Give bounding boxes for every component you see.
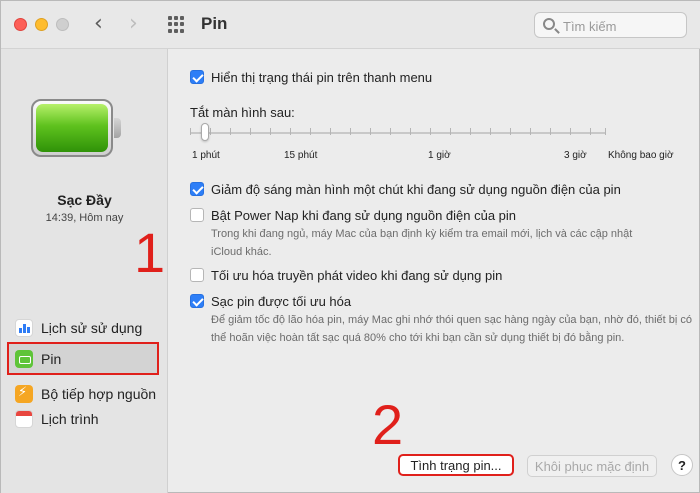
slider-tick-label: 15 phút — [284, 150, 318, 161]
power-nap-checkbox[interactable] — [190, 208, 204, 222]
power-nap-description: Trong khi đang ngủ, máy Mac của bạn định… — [211, 228, 633, 258]
dim-display-label: Giảm độ sáng màn hình một chút khi đang … — [211, 182, 621, 197]
chevron-left-icon[interactable]: ‹ — [94, 11, 103, 36]
display-sleep-slider[interactable] — [190, 132, 605, 134]
sidebar-item-label: Lịch trình — [41, 411, 99, 427]
slider-tick-label: 1 giờ — [428, 150, 451, 161]
close-button[interactable] — [14, 18, 27, 31]
show-all-grid-icon[interactable] — [168, 16, 185, 33]
restore-defaults-button[interactable]: Khôi phục mặc định — [527, 455, 657, 477]
slider-tick-label: 3 giờ — [564, 150, 587, 161]
help-button[interactable]: ? — [671, 454, 693, 476]
minimize-button[interactable] — [35, 18, 48, 31]
display-sleep-label: Tắt màn hình sau: — [190, 105, 295, 120]
usage-chart-icon — [15, 319, 33, 337]
charge-status: Sạc Đầy — [57, 192, 112, 208]
video-streaming-label: Tối ưu hóa truyền phát video khi đang sử… — [211, 268, 503, 283]
battery-health-button[interactable]: Tình trạng pin... — [398, 454, 514, 476]
optimized-charging-label: Sạc pin được tối ưu hóa — [211, 294, 352, 309]
sidebar-item-label: Pin — [41, 350, 62, 367]
battery-icon — [15, 349, 33, 368]
sidebar-item-schedule[interactable]: Lịch trình — [9, 406, 159, 432]
sidebar-item-label: Lịch sử sử dụng — [41, 320, 143, 336]
video-streaming-checkbox[interactable] — [190, 268, 204, 282]
zoom-button[interactable] — [56, 18, 69, 31]
sidebar-item-power-adapter[interactable]: Bộ tiếp hợp nguồn — [9, 381, 159, 407]
dim-display-checkbox[interactable] — [190, 182, 204, 196]
title-bar: ‹ › Pin — [1, 1, 700, 49]
annotation-step-1: 1 — [134, 221, 166, 284]
calendar-icon — [15, 410, 33, 428]
battery-icon — [31, 99, 121, 157]
search-box[interactable] — [534, 12, 687, 38]
power-nap-label: Bật Power Nap khi đang sử dụng nguồn điệ… — [211, 208, 517, 223]
sidebar-item-usage-history[interactable]: Lịch sử sử dụng — [9, 315, 159, 341]
optimized-charging-checkbox[interactable] — [190, 294, 204, 308]
show-status-checkbox[interactable] — [190, 70, 204, 84]
sidebar-item-label: Bộ tiếp hợp nguồn — [41, 386, 157, 402]
slider-tick-label: 1 phút — [192, 150, 220, 161]
preferences-window: ‹ › Pin Sạc Đầy 14:39, Hôm nay Lịch sử s… — [0, 0, 700, 493]
window-title: Pin — [201, 14, 228, 33]
search-icon — [543, 18, 555, 30]
power-adapter-icon — [15, 385, 33, 403]
annotation-step-2: 2 — [372, 393, 404, 456]
show-status-label: Hiển thị trạng thái pin trên thanh menu — [211, 70, 433, 85]
optimized-charging-description: Để giảm tốc độ lão hóa pin, máy Mac ghi … — [211, 314, 693, 344]
slider-tick-label: Không bao giờ — [608, 150, 674, 161]
search-input[interactable] — [563, 17, 681, 35]
sidebar-item-battery[interactable]: Pin — [7, 342, 159, 375]
main-panel: Hiển thị trạng thái pin trên thanh menu … — [169, 49, 700, 493]
chevron-right-icon[interactable]: › — [129, 11, 138, 36]
display-sleep-slider-thumb[interactable] — [201, 123, 209, 141]
